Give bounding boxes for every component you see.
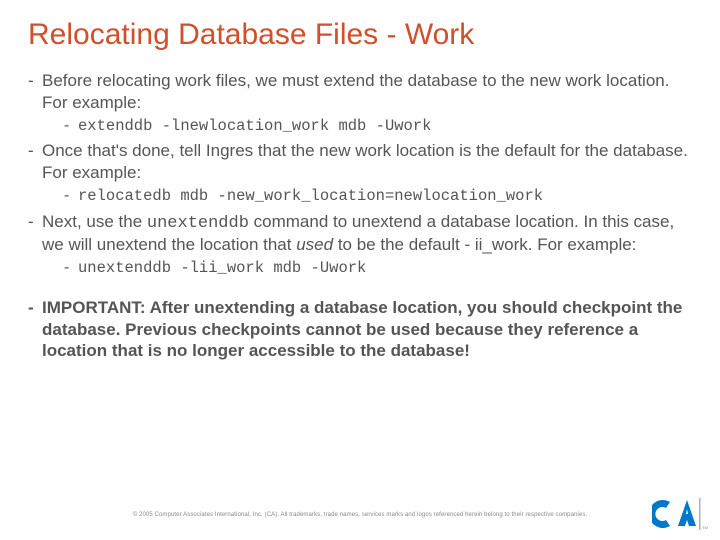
important-text: IMPORTANT: After unextending a database … bbox=[42, 298, 682, 361]
bullet-list-2: IMPORTANT: After unextending a database … bbox=[28, 297, 692, 362]
bullet-2-cmd: relocatedb mdb -new_work_location=newloc… bbox=[64, 186, 692, 207]
bullet-1-text: Before relocating work files, we must ex… bbox=[42, 71, 669, 112]
bullet-2-sub: relocatedb mdb -new_work_location=newloc… bbox=[42, 186, 692, 207]
page-title: Relocating Database Files - Work bbox=[28, 18, 692, 52]
bullet-3: Next, use the unextenddb command to unex… bbox=[28, 211, 692, 279]
bullet-1: Before relocating work files, we must ex… bbox=[28, 70, 692, 136]
bullet-2: Once that's done, tell Ingres that the n… bbox=[28, 140, 692, 206]
cmd-extenddb: extenddb -lnewlocation_work mdb -Uwork bbox=[78, 117, 431, 135]
spacer bbox=[28, 283, 692, 297]
cmd-relocatedb: relocatedb mdb -new_work_location=newloc… bbox=[78, 187, 543, 205]
bullet-3-code: unextenddb bbox=[147, 214, 249, 233]
bullet-important: IMPORTANT: After unextending a database … bbox=[28, 297, 692, 362]
bullet-3-c: to be the default - ii_work. For example… bbox=[333, 235, 636, 254]
cmd-unextenddb: unextenddb -lii_work mdb -Uwork bbox=[78, 259, 366, 277]
bullet-2-text: Once that's done, tell Ingres that the n… bbox=[42, 141, 688, 182]
svg-text:TM: TM bbox=[702, 525, 708, 530]
bullet-3-a: Next, use the bbox=[42, 212, 147, 231]
bullet-1-cmd: extenddb -lnewlocation_work mdb -Uwork bbox=[64, 116, 692, 137]
copyright-footer: © 2005 Computer Associates International… bbox=[0, 512, 720, 518]
bullet-list: Before relocating work files, we must ex… bbox=[28, 70, 692, 279]
ca-logo-icon: TM bbox=[652, 496, 708, 532]
bullet-3-italic: used bbox=[296, 235, 333, 254]
bullet-3-cmd: unextenddb -lii_work mdb -Uwork bbox=[64, 258, 692, 279]
bullet-3-sub: unextenddb -lii_work mdb -Uwork bbox=[42, 258, 692, 279]
bullet-1-sub: extenddb -lnewlocation_work mdb -Uwork bbox=[42, 116, 692, 137]
slide: Relocating Database Files - Work Before … bbox=[0, 0, 720, 540]
